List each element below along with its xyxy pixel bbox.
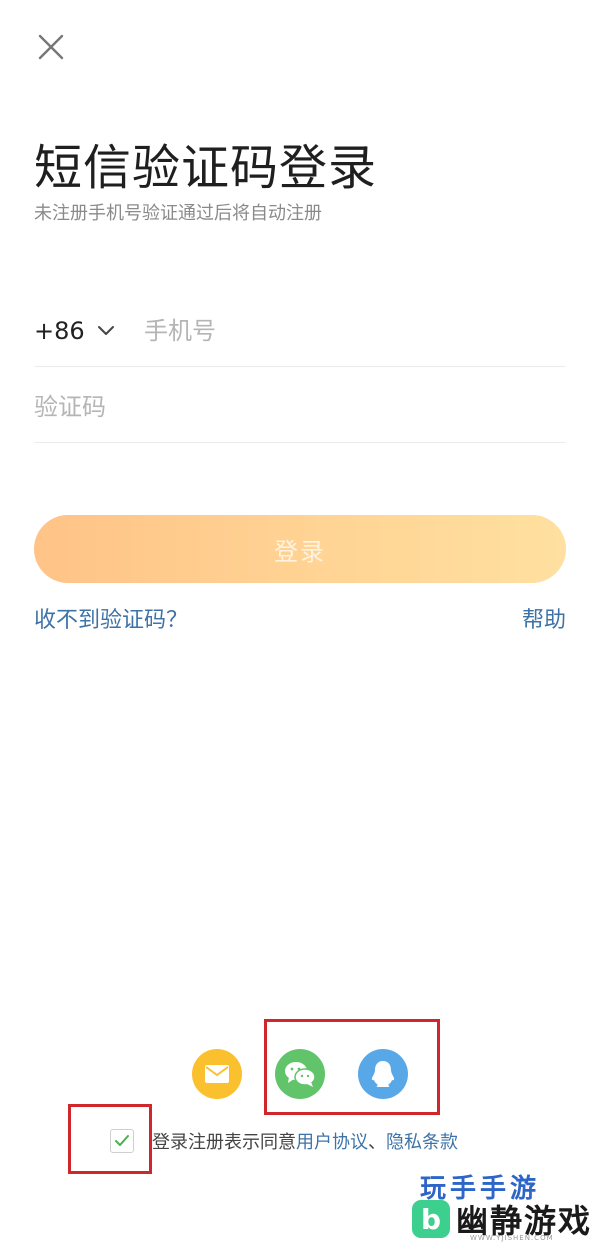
email-login-button[interactable] — [192, 1049, 242, 1099]
page-title: 短信验证码登录 — [34, 140, 378, 196]
watermark: 玩手手游 b 幽静游戏 WWW.YJISHEN.COM — [412, 1170, 600, 1242]
wechat-icon — [285, 1062, 316, 1087]
agree-checkbox[interactable] — [110, 1129, 134, 1153]
watermark-url: WWW.YJISHEN.COM — [470, 1234, 554, 1242]
close-button[interactable] — [34, 30, 68, 64]
agreement-row: 登录注册表示同意 用户协议 、 隐私条款 — [110, 1127, 458, 1155]
watermark-logo-icon: b — [412, 1200, 450, 1238]
checkmark-icon — [115, 1135, 129, 1146]
social-login-row — [0, 1049, 600, 1101]
user-agreement-link[interactable]: 用户协议 — [296, 1128, 368, 1154]
help-link[interactable]: 帮助 — [522, 602, 566, 634]
verification-code-input[interactable] — [34, 393, 566, 421]
privacy-link[interactable]: 隐私条款 — [386, 1128, 458, 1154]
login-button[interactable]: 登录 — [34, 515, 566, 583]
qq-login-button[interactable] — [358, 1049, 408, 1099]
agreement-prefix: 登录注册表示同意 — [152, 1132, 296, 1153]
qq-icon — [371, 1061, 395, 1087]
close-icon — [38, 34, 64, 60]
code-row — [34, 372, 566, 443]
page-subtitle: 未注册手机号验证通过后将自动注册 — [34, 203, 322, 224]
country-code-select[interactable]: +86 — [34, 317, 144, 345]
agreement-separator: 、 — [368, 1132, 386, 1153]
help-links: 收不到验证码？ 帮助 — [34, 602, 566, 634]
email-icon — [205, 1065, 229, 1083]
chevron-down-icon — [97, 326, 114, 335]
no-code-link[interactable]: 收不到验证码？ — [34, 602, 188, 634]
country-code-value: +86 — [34, 317, 85, 345]
phone-input[interactable] — [144, 317, 566, 345]
phone-row: +86 — [34, 296, 566, 367]
wechat-login-button[interactable] — [275, 1049, 325, 1099]
